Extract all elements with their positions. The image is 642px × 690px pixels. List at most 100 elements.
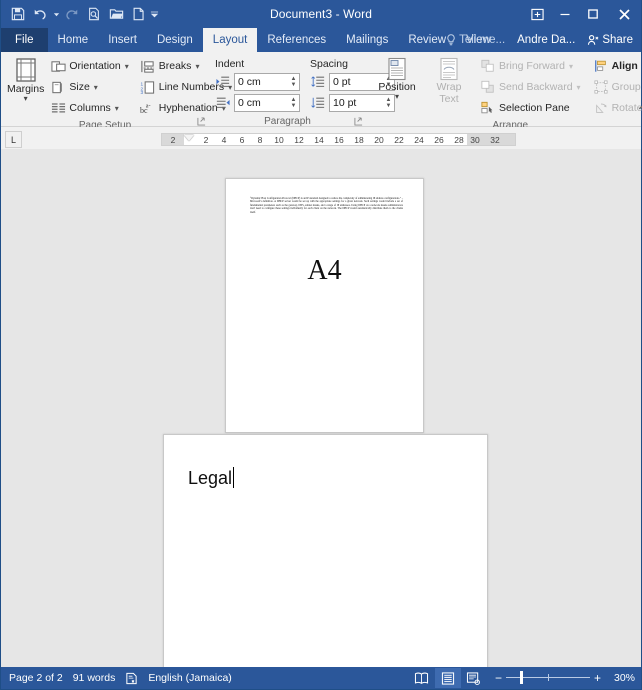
page-setup-dialog-launcher[interactable] bbox=[197, 117, 206, 126]
customize-qat-icon[interactable] bbox=[149, 3, 159, 25]
ruler-tick-3: 6 bbox=[239, 135, 245, 145]
line-numbers-icon: 123 bbox=[140, 79, 156, 95]
margins-dropdown-icon[interactable]: ▾ bbox=[24, 95, 28, 103]
ruler-tick-13: 26 bbox=[434, 135, 444, 145]
language-indicator[interactable]: English (Jamaica) bbox=[146, 672, 239, 684]
position-button[interactable]: Position ▾ bbox=[372, 55, 422, 101]
breaks-dropdown-icon[interactable]: ▾ bbox=[195, 62, 199, 71]
send-backward-dropdown-icon[interactable]: ▾ bbox=[577, 83, 581, 92]
status-bar-right: − + 30% bbox=[409, 668, 635, 688]
view-web-layout-button[interactable] bbox=[461, 668, 487, 688]
view-print-layout-button[interactable] bbox=[434, 668, 461, 688]
view-read-mode-button[interactable] bbox=[409, 668, 435, 688]
indent-right-icon bbox=[215, 95, 231, 111]
tab-mailings[interactable]: Mailings bbox=[336, 28, 398, 52]
wrap-text-icon bbox=[437, 57, 461, 81]
page-legal-text: Legal bbox=[188, 467, 235, 489]
maximize-icon[interactable] bbox=[579, 0, 607, 28]
tab-stop-selector[interactable]: L bbox=[5, 131, 22, 148]
columns-button[interactable]: Columns ▾ bbox=[48, 98, 132, 118]
tab-design[interactable]: Design bbox=[147, 28, 203, 52]
tab-insert[interactable]: Insert bbox=[98, 28, 147, 52]
indent-left-input[interactable]: 0 cm ▲ ▼ bbox=[234, 72, 300, 91]
close-icon[interactable] bbox=[607, 0, 641, 28]
indent-right-value: 0 cm bbox=[238, 96, 261, 109]
new-document-icon[interactable] bbox=[127, 3, 149, 25]
breaks-label: Breaks bbox=[158, 60, 192, 72]
tell-me-box[interactable]: Tell me... bbox=[440, 34, 511, 46]
lightbulb-icon bbox=[446, 34, 456, 46]
ruler-tick-14: 28 bbox=[454, 135, 464, 145]
spacing-after-value: 10 pt bbox=[333, 96, 357, 109]
ruler-tick-2: 4 bbox=[221, 135, 227, 145]
position-icon bbox=[385, 57, 409, 81]
zoom-slider[interactable] bbox=[505, 671, 590, 685]
paragraph-dialog-launcher[interactable] bbox=[354, 117, 363, 126]
orientation-dropdown-icon[interactable]: ▾ bbox=[125, 62, 129, 71]
minimize-icon[interactable] bbox=[551, 0, 579, 28]
zoom-slider-handle[interactable] bbox=[519, 671, 523, 684]
document-canvas[interactable]: “Dynamic Host Configuration Protocol (DH… bbox=[1, 149, 641, 667]
rotate-button[interactable]: Rotate ▾ bbox=[591, 98, 642, 118]
print-preview-icon[interactable] bbox=[83, 3, 105, 25]
open-icon[interactable] bbox=[105, 3, 127, 25]
undo-dropdown-icon[interactable] bbox=[51, 3, 61, 25]
wrap-text-button[interactable]: Wrap Text bbox=[424, 55, 474, 105]
page-indicator[interactable]: Page 2 of 2 bbox=[7, 672, 71, 684]
size-label: Size bbox=[69, 81, 90, 93]
tab-home[interactable]: Home bbox=[48, 28, 99, 52]
indent-right-stepper[interactable]: ▲ ▼ bbox=[289, 97, 298, 109]
group-arrange: Position ▾ Wrap Text Bring Forward ▾ Sen… bbox=[366, 52, 642, 131]
account-name[interactable]: Andre Da... bbox=[511, 34, 581, 46]
zoom-out-button[interactable]: − bbox=[495, 672, 502, 684]
size-dropdown-icon[interactable]: ▾ bbox=[94, 83, 98, 92]
ribbon-display-options-icon[interactable] bbox=[523, 0, 551, 28]
spacing-before-icon bbox=[310, 74, 326, 90]
indent-right-input[interactable]: 0 cm ▲ ▼ bbox=[234, 93, 300, 112]
proofing-errors-icon[interactable] bbox=[123, 672, 146, 685]
first-line-indent-marker[interactable] bbox=[184, 135, 194, 141]
bring-forward-icon bbox=[480, 58, 496, 74]
redo-icon[interactable] bbox=[61, 3, 83, 25]
undo-icon[interactable] bbox=[29, 3, 51, 25]
size-button[interactable]: Size ▾ bbox=[48, 77, 132, 97]
word-count[interactable]: 91 words bbox=[71, 672, 124, 684]
indent-title: Indent bbox=[215, 58, 245, 70]
bring-forward-dropdown-icon[interactable]: ▾ bbox=[569, 62, 573, 71]
selection-pane-label: Selection Pane bbox=[499, 102, 570, 114]
share-button[interactable]: Share bbox=[581, 34, 641, 46]
spacing-before-value: 0 pt bbox=[333, 75, 351, 88]
zoom-in-button[interactable]: + bbox=[594, 672, 601, 684]
position-dropdown-icon[interactable]: ▾ bbox=[395, 93, 399, 101]
window-controls bbox=[523, 0, 641, 28]
group-button[interactable]: Group ▾ bbox=[591, 77, 642, 97]
ruler-tick-4: 8 bbox=[257, 135, 263, 145]
indent-left-value: 0 cm bbox=[238, 75, 261, 88]
tab-references[interactable]: References bbox=[257, 28, 336, 52]
tab-layout[interactable]: Layout bbox=[202, 28, 258, 52]
horizontal-ruler[interactable]: 2 2 4 6 8 10 12 14 16 18 20 22 24 26 28 … bbox=[161, 133, 634, 164]
title-bar: Document3 - Word bbox=[1, 0, 641, 28]
share-person-icon bbox=[587, 34, 599, 46]
columns-dropdown-icon[interactable]: ▾ bbox=[115, 104, 119, 113]
zoom-level-label[interactable]: 30% bbox=[605, 672, 635, 684]
page-a4[interactable]: “Dynamic Host Configuration Protocol (DH… bbox=[225, 178, 424, 433]
ruler-tick-7: 14 bbox=[314, 135, 324, 145]
orientation-label: Orientation bbox=[69, 60, 121, 72]
orientation-button[interactable]: Orientation ▾ bbox=[48, 56, 132, 76]
margins-button[interactable]: Margins ▾ bbox=[7, 55, 44, 103]
send-backward-button[interactable]: Send Backward ▾ bbox=[478, 77, 585, 97]
ruler-tick-15: 30 bbox=[470, 135, 480, 145]
svg-text:3: 3 bbox=[141, 90, 144, 95]
indent-left-stepper[interactable]: ▲ ▼ bbox=[289, 76, 298, 88]
bring-forward-button[interactable]: Bring Forward ▾ bbox=[478, 56, 585, 76]
collapse-ribbon-button[interactable] bbox=[638, 103, 642, 111]
align-button[interactable]: Align ▾ bbox=[591, 56, 642, 76]
tab-file[interactable]: File bbox=[1, 28, 48, 52]
ruler-tick-11: 22 bbox=[394, 135, 404, 145]
save-icon[interactable] bbox=[7, 3, 29, 25]
indent-left-icon bbox=[215, 74, 231, 90]
page-legal[interactable]: Legal bbox=[163, 434, 488, 667]
page-a4-heading: A4 bbox=[307, 255, 342, 286]
selection-pane-button[interactable]: Selection Pane bbox=[478, 98, 585, 118]
